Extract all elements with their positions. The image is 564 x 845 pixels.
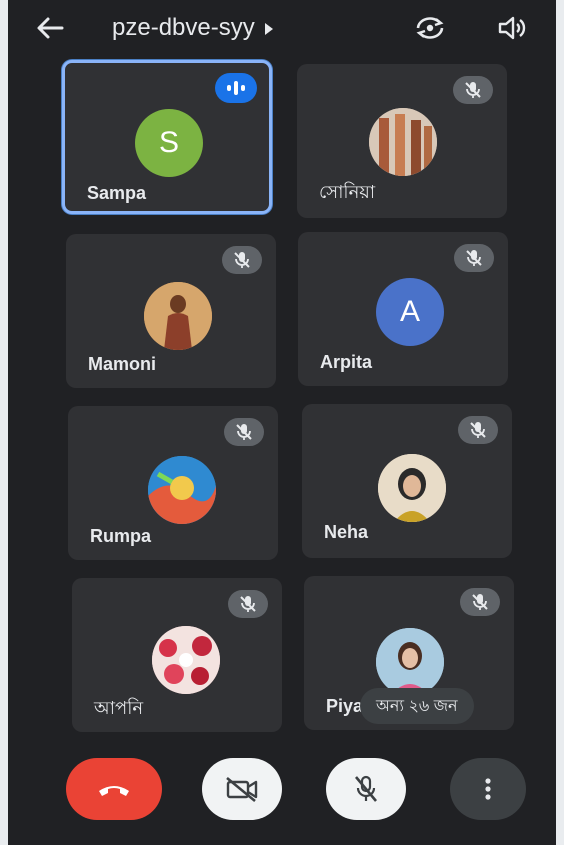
avatar-initial: A xyxy=(399,295,420,328)
mic-off-icon xyxy=(453,76,493,104)
more-options-button[interactable] xyxy=(450,758,526,820)
participant-tile[interactable]: Neha xyxy=(302,404,512,558)
play-arrow-icon xyxy=(264,23,273,35)
participant-tile[interactable]: Mamoni xyxy=(66,234,276,388)
meeting-code: pze-dbve-syy xyxy=(112,14,255,41)
end-call-button[interactable] xyxy=(66,758,162,820)
participant-name: Neha xyxy=(324,522,369,542)
participant-name: Piya xyxy=(326,696,364,716)
audio-output-button[interactable] xyxy=(494,10,530,46)
meet-call-screen: pze-dbve-syy S Sampa সোনিয়া Mamoni A Ar… xyxy=(8,0,556,845)
avatar xyxy=(376,628,444,696)
participant-name: আপনি xyxy=(94,698,144,718)
participant-name: Arpita xyxy=(320,352,373,372)
participant-name: Sampa xyxy=(87,183,147,203)
top-bar: pze-dbve-syy xyxy=(8,0,556,56)
videocam-off-icon xyxy=(226,776,258,802)
mic-off-icon xyxy=(454,244,494,272)
more-vert-icon xyxy=(485,778,491,800)
participant-tile[interactable]: আপনি xyxy=(72,578,282,732)
other-participants-chip[interactable]: অন্য ২৬ জন xyxy=(360,688,474,724)
participant-tile[interactable]: Rumpa xyxy=(68,406,278,560)
mic-off-icon xyxy=(458,416,498,444)
participant-tile[interactable]: সোনিয়া xyxy=(297,64,507,218)
mic-off-icon xyxy=(222,246,262,274)
back-button[interactable] xyxy=(32,12,68,44)
mic-off-icon xyxy=(228,590,268,618)
camera-switch-icon xyxy=(416,17,444,39)
switch-camera-button[interactable] xyxy=(412,10,448,46)
speaker-icon xyxy=(498,16,526,40)
avatar: S xyxy=(135,109,203,177)
mic-toggle-button[interactable] xyxy=(326,758,406,820)
avatar xyxy=(369,108,437,176)
participant-name: সোনিয়া xyxy=(319,182,376,202)
avatar xyxy=(378,454,446,522)
mic-off-icon xyxy=(355,775,377,802)
participant-name: Rumpa xyxy=(90,526,152,546)
camera-toggle-button[interactable] xyxy=(202,758,282,820)
participant-name: Mamoni xyxy=(88,354,157,374)
meeting-code-button[interactable]: pze-dbve-syy xyxy=(112,12,273,44)
avatar xyxy=(148,456,216,524)
call-end-icon xyxy=(99,786,129,796)
avatar: A xyxy=(376,278,444,346)
arrow-left-icon xyxy=(37,17,64,39)
speaking-indicator-icon xyxy=(215,73,257,103)
avatar-initial: S xyxy=(158,126,179,159)
avatar xyxy=(152,626,220,694)
participant-tile[interactable]: S Sampa xyxy=(62,60,272,214)
avatar xyxy=(144,282,212,350)
mic-off-icon xyxy=(224,418,264,446)
participant-tile[interactable]: A Arpita xyxy=(298,232,508,386)
mic-off-icon xyxy=(460,588,500,616)
